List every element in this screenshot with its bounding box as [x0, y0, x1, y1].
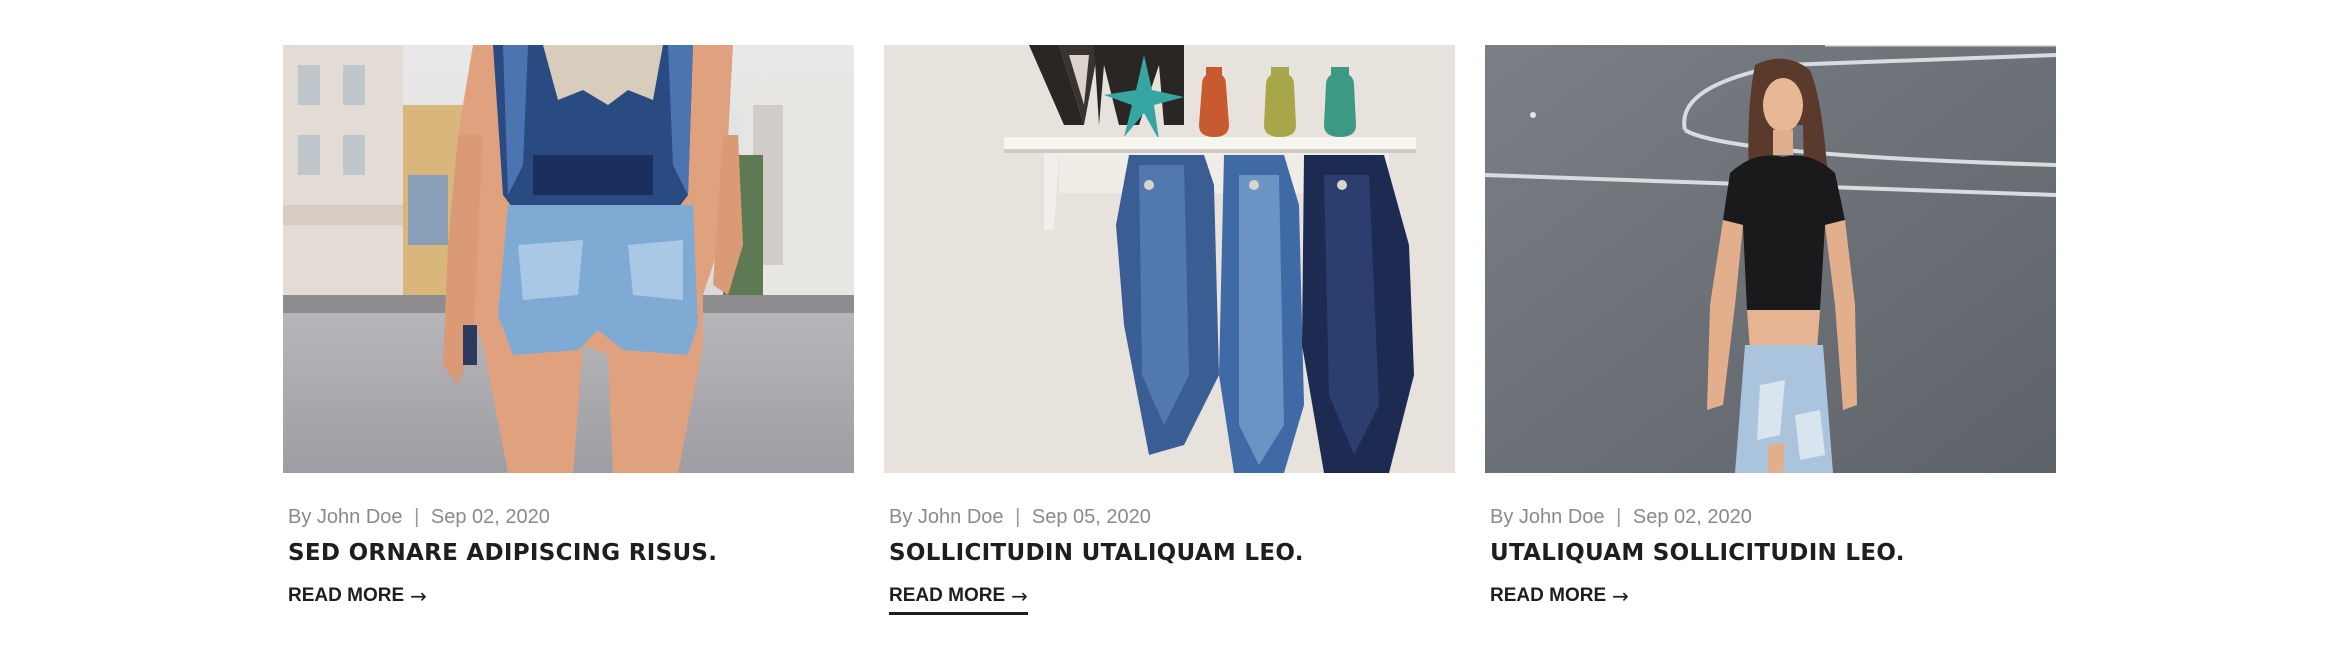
post-date[interactable]: Sep 02, 2020	[1633, 506, 1752, 528]
blog-post-grid: By John Doe | Sep 02, 2020 SED ORNARE AD…	[283, 45, 2056, 615]
post-image	[283, 45, 854, 473]
blog-card: By John Doe | Sep 02, 2020 SED ORNARE AD…	[283, 45, 854, 615]
post-image	[884, 45, 1455, 473]
author-name[interactable]: John Doe	[1519, 506, 1605, 528]
arrow-right-icon: →	[410, 584, 427, 608]
post-title[interactable]: SOLLICITUDIN UTALIQUAM LEO.	[884, 537, 1455, 569]
blog-card: By John Doe | Sep 02, 2020 UTALIQUAM SOL…	[1485, 45, 2056, 615]
post-thumbnail-link[interactable]	[1485, 45, 2056, 473]
post-meta: By John Doe | Sep 02, 2020	[283, 503, 854, 531]
read-more-label: READ MORE	[288, 585, 405, 606]
post-image	[1485, 45, 2056, 473]
meta-separator: |	[1616, 506, 1622, 528]
author-name[interactable]: John Doe	[918, 506, 1004, 528]
author-prefix: By	[889, 506, 913, 528]
meta-separator: |	[414, 506, 420, 528]
read-more-label: READ MORE	[889, 585, 1006, 606]
post-thumbnail-link[interactable]	[884, 45, 1455, 473]
post-date[interactable]: Sep 02, 2020	[431, 506, 550, 528]
post-date[interactable]: Sep 05, 2020	[1032, 506, 1151, 528]
post-title[interactable]: UTALIQUAM SOLLICITUDIN LEO.	[1485, 537, 2056, 569]
author-prefix: By	[288, 506, 312, 528]
meta-separator: |	[1015, 506, 1021, 528]
post-title[interactable]: SED ORNARE ADIPISCING RISUS.	[283, 537, 854, 569]
read-more-link[interactable]: READ MORE →	[288, 583, 427, 615]
post-meta: By John Doe | Sep 02, 2020	[1485, 503, 2056, 531]
arrow-right-icon: →	[1011, 584, 1028, 608]
post-thumbnail-link[interactable]	[283, 45, 854, 473]
read-more-link[interactable]: READ MORE →	[1490, 583, 1629, 615]
author-prefix: By	[1490, 506, 1514, 528]
post-meta: By John Doe | Sep 05, 2020	[884, 503, 1455, 531]
read-more-link[interactable]: READ MORE →	[889, 583, 1028, 615]
author-name[interactable]: John Doe	[317, 506, 403, 528]
read-more-label: READ MORE	[1490, 585, 1607, 606]
blog-card: By John Doe | Sep 05, 2020 SOLLICITUDIN …	[884, 45, 1455, 615]
arrow-right-icon: →	[1612, 584, 1629, 608]
